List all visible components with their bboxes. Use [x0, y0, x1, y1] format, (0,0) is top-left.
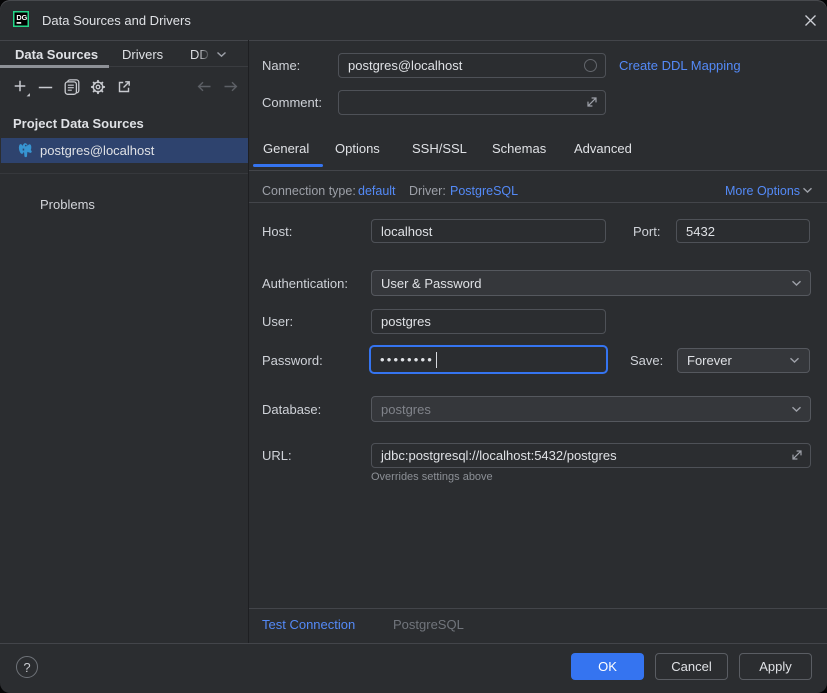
svg-text:DG: DG	[16, 13, 27, 22]
